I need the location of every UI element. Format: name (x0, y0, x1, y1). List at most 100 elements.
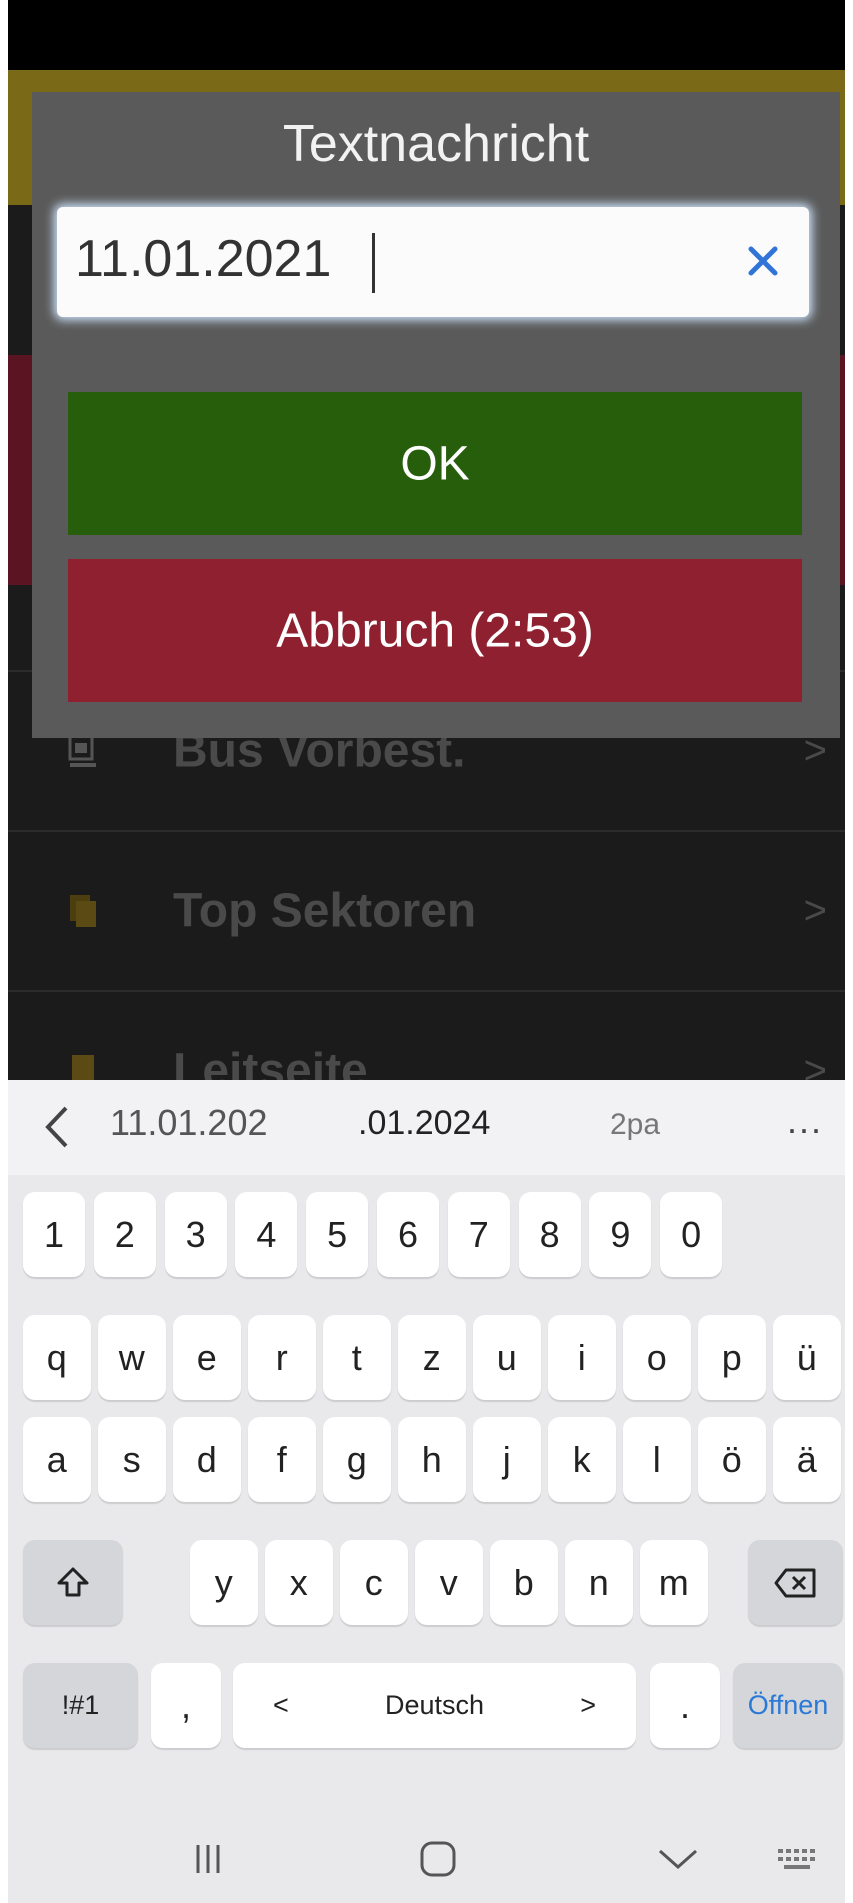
shift-key[interactable] (23, 1540, 123, 1625)
key-l[interactable]: l (623, 1417, 691, 1502)
key-f[interactable]: f (248, 1417, 316, 1502)
comma-key-label: , (180, 1684, 191, 1726)
key-u[interactable]: u (473, 1315, 541, 1400)
key-x[interactable]: x (265, 1540, 333, 1625)
key-y[interactable]: y (190, 1540, 258, 1625)
back-icon[interactable] (648, 1829, 708, 1889)
dialog-title: Textnachricht (282, 115, 590, 173)
key-label: q (46, 1336, 67, 1378)
key-6[interactable]: 6 (377, 1192, 439, 1277)
documents-icon (70, 895, 96, 927)
key-label: v (439, 1561, 458, 1603)
key-label: n (588, 1561, 609, 1603)
key-q[interactable]: q (23, 1315, 91, 1400)
key-2[interactable]: 2 (93, 1192, 156, 1277)
key-label: x (289, 1561, 308, 1603)
key-k[interactable]: k (548, 1417, 616, 1502)
recent-apps-icon[interactable] (178, 1829, 238, 1889)
key-t[interactable]: t (323, 1315, 391, 1400)
space-right-arrow: > (580, 1690, 596, 1720)
home-icon[interactable] (408, 1829, 468, 1889)
key-r[interactable]: r (248, 1315, 316, 1400)
backspace-key[interactable] (748, 1540, 843, 1625)
suggestion-3[interactable]: 2pa (610, 1108, 660, 1142)
key-i[interactable]: i (548, 1315, 616, 1400)
space-key[interactable]: < Deutsch > (233, 1663, 636, 1748)
key-9[interactable]: 9 (589, 1192, 652, 1277)
key-label: y (214, 1561, 233, 1603)
open-action-key[interactable]: Öffnen (733, 1663, 843, 1748)
space-language-label: Deutsch (384, 1690, 485, 1720)
suggestion-bar: 11.01.202 .01.2024 2pa ... (8, 1080, 845, 1175)
close-icon[interactable] (733, 231, 793, 291)
bus-icon (68, 733, 96, 767)
key-m[interactable]: m (640, 1540, 708, 1625)
key-label: k (572, 1438, 591, 1480)
key-label: 8 (539, 1213, 560, 1255)
space-left-arrow: < (273, 1690, 289, 1720)
key-z[interactable]: z (398, 1315, 466, 1400)
key-a[interactable]: a (23, 1417, 91, 1502)
cancel-button[interactable]: Abbruch (2:53) (68, 559, 802, 702)
key-label: o (646, 1336, 667, 1378)
key-g[interactable]: g (323, 1417, 391, 1502)
key-e[interactable]: e (173, 1315, 241, 1400)
chevron-left-icon[interactable] (36, 1102, 76, 1152)
comma-key[interactable]: , (151, 1663, 221, 1748)
key-c[interactable]: c (340, 1540, 408, 1625)
key-label: ö (721, 1438, 742, 1480)
key-h[interactable]: h (398, 1417, 466, 1502)
message-input-value[interactable]: 11.01.2021 (75, 229, 331, 289)
key-label: r (275, 1336, 288, 1378)
key-d[interactable]: d (173, 1417, 241, 1502)
backspace-icon (774, 1568, 815, 1597)
soft-keyboard: 11.01.202 .01.2024 2pa ... !#1 , < Deuts… (8, 1080, 845, 1903)
menu-row-leitseite[interactable]: Leitseite > (8, 990, 845, 1080)
key-s[interactable]: s (98, 1417, 166, 1502)
document-icon (72, 1055, 94, 1080)
symbols-key[interactable]: !#1 (23, 1663, 138, 1748)
key-label: h (421, 1438, 442, 1480)
key-label: l (652, 1438, 661, 1480)
key-label: t (351, 1336, 362, 1378)
key-label: d (196, 1438, 217, 1480)
key-label: m (658, 1561, 689, 1603)
cancel-button-label: Abbruch (2:53) (276, 604, 594, 657)
key-3[interactable]: 3 (164, 1192, 227, 1277)
more-options-icon[interactable]: ... (787, 1100, 823, 1142)
key-7[interactable]: 7 (447, 1192, 510, 1277)
symbols-key-label: !#1 (61, 1690, 100, 1720)
key-label: 3 (185, 1213, 206, 1255)
period-key[interactable]: . (650, 1663, 720, 1748)
key-8[interactable]: 8 (518, 1192, 581, 1277)
key-label: c (364, 1561, 383, 1603)
keyboard-icon[interactable] (768, 1829, 828, 1889)
key-label: 1 (43, 1213, 65, 1255)
message-input[interactable]: 11.01.2021 (57, 207, 809, 317)
key-label: s (122, 1438, 141, 1480)
key-v[interactable]: v (415, 1540, 483, 1625)
key-n[interactable]: n (565, 1540, 633, 1625)
key-1[interactable]: 1 (23, 1192, 85, 1277)
chevron-right-icon: > (803, 1048, 827, 1081)
key-ü[interactable]: ü (773, 1315, 841, 1400)
key-0[interactable]: 0 (660, 1192, 723, 1277)
ok-button[interactable]: OK (68, 392, 802, 535)
key-b[interactable]: b (490, 1540, 558, 1625)
key-ö[interactable]: ö (698, 1417, 766, 1502)
key-5[interactable]: 5 (306, 1192, 369, 1277)
key-w[interactable]: w (98, 1315, 166, 1400)
key-label: i (577, 1336, 586, 1378)
key-ä[interactable]: ä (773, 1417, 841, 1502)
key-o[interactable]: o (623, 1315, 691, 1400)
suggestion-1[interactable]: 11.01.202 (110, 1102, 267, 1144)
key-4[interactable]: 4 (235, 1192, 298, 1277)
key-p[interactable]: p (698, 1315, 766, 1400)
key-j[interactable]: j (473, 1417, 541, 1502)
key-label: 2 (114, 1213, 135, 1255)
key-label: 0 (681, 1213, 702, 1255)
ok-button-label: OK (400, 437, 470, 490)
text-message-dialog: Textnachricht 11.01.2021 OK Abbruch (2:5… (32, 92, 840, 738)
menu-row-top-sektoren[interactable]: Top Sektoren > (8, 830, 845, 990)
suggestion-2[interactable]: .01.2024 (358, 1104, 490, 1143)
